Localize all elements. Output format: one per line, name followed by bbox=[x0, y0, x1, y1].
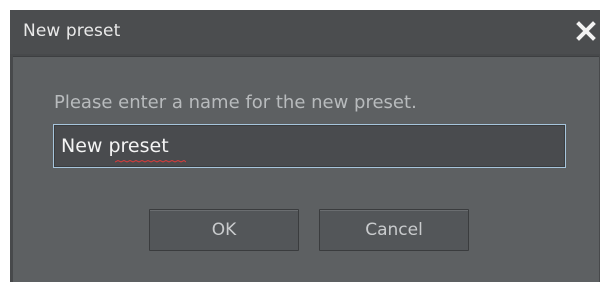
cancel-button[interactable]: Cancel bbox=[319, 209, 469, 251]
dialog-body: Please enter a name for the new preset. … bbox=[13, 56, 599, 282]
dialog-title: New preset bbox=[23, 21, 121, 41]
close-button[interactable] bbox=[574, 16, 598, 46]
prompt-label: Please enter a name for the new preset. bbox=[54, 92, 417, 113]
preset-name-input[interactable] bbox=[53, 124, 566, 168]
close-icon bbox=[574, 16, 598, 46]
dialog-titlebar[interactable]: New preset bbox=[10, 10, 600, 54]
new-preset-dialog: New preset Please enter a name for the n… bbox=[10, 10, 600, 282]
ok-button[interactable]: OK bbox=[149, 209, 299, 251]
